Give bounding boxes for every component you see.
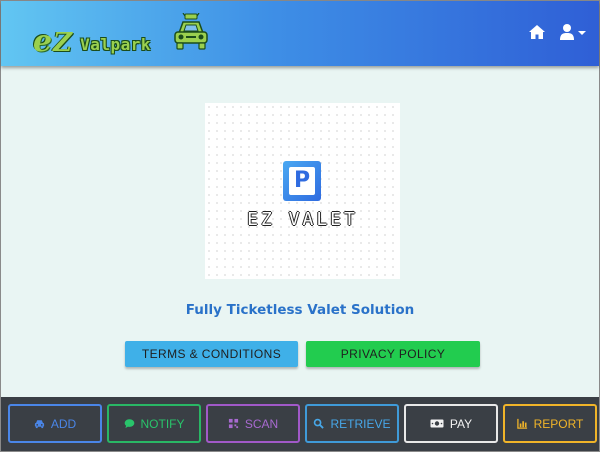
- chat-icon: [124, 419, 134, 429]
- ez-valet-logo: P EZ VALET: [205, 103, 400, 279]
- notify-label: NOTIFY: [140, 416, 185, 431]
- retrieve-button[interactable]: RETRIEVE: [305, 404, 399, 443]
- search-icon: [314, 418, 325, 429]
- scan-label: SCAN: [244, 416, 279, 431]
- retrieve-label: RETRIEVE: [330, 416, 391, 431]
- scan-button[interactable]: SCAN: [206, 404, 300, 443]
- qrcode-icon: [228, 418, 238, 429]
- parking-icon: P: [283, 161, 321, 201]
- notify-button[interactable]: NOTIFY: [107, 404, 201, 443]
- report-label: REPORT: [533, 416, 584, 431]
- privacy-policy-button[interactable]: PRIVACY POLICY: [306, 341, 480, 367]
- brand-letter-e: e: [33, 24, 53, 59]
- car-icon: [34, 420, 44, 429]
- brand-name: Valpark: [80, 35, 152, 54]
- terms-conditions-button[interactable]: TERMS & CONDITIONS: [125, 341, 298, 367]
- app-header: e Z Valpark: [1, 1, 599, 66]
- pay-label: PAY: [449, 416, 473, 431]
- money-icon: [430, 419, 444, 428]
- add-label: ADD: [50, 416, 77, 431]
- pay-button[interactable]: PAY: [404, 404, 498, 443]
- home-icon[interactable]: [528, 24, 546, 40]
- report-button[interactable]: REPORT: [503, 404, 597, 443]
- tagline: Fully Ticketless Valet Solution: [185, 302, 415, 318]
- chart-icon: [516, 418, 527, 429]
- brand-logo[interactable]: e Z Valpark: [33, 13, 208, 59]
- add-button[interactable]: ADD: [8, 404, 102, 443]
- brand-letter-z: Z: [53, 28, 73, 58]
- action-toolbar: ADD NOTIFY SCAN RETRIEVE PAY REPORT: [1, 397, 599, 451]
- logo-text: EZ VALET: [247, 209, 358, 230]
- car-logo-icon: [174, 13, 208, 50]
- parking-letter: P: [289, 167, 315, 195]
- user-dropdown-icon[interactable]: [559, 23, 587, 41]
